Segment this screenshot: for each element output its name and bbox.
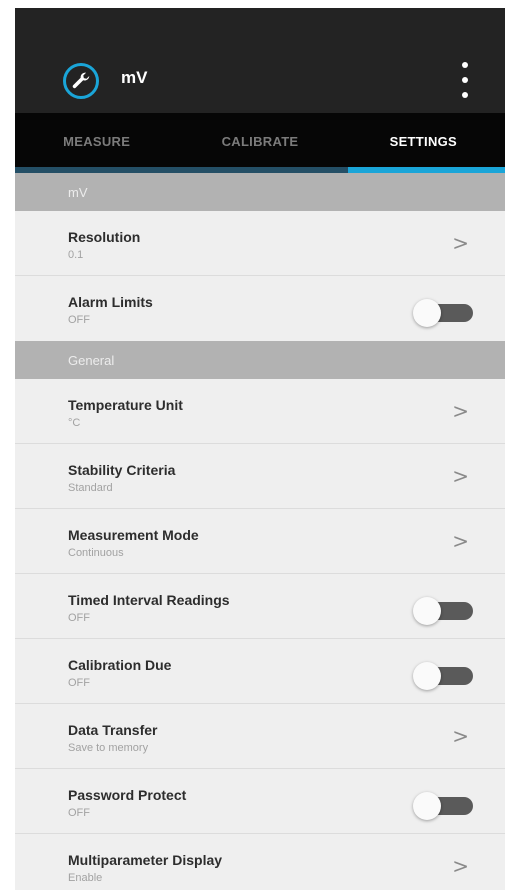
active-tab-indicator <box>348 167 505 173</box>
setting-stability-criteria[interactable]: Stability Criteria Standard > <box>15 444 505 509</box>
setting-title: Temperature Unit <box>68 397 183 413</box>
password-protect-toggle[interactable] <box>413 792 475 820</box>
chevron-right-icon: > <box>452 529 469 553</box>
setting-value: Enable <box>68 872 103 884</box>
tab-bar: MEASURE CALIBRATE SETTINGS <box>15 113 505 167</box>
setting-title: Calibration Due <box>68 657 172 673</box>
app-screen: mV MEASURE CALIBRATE SETTINGS mV Resolut… <box>15 8 505 890</box>
setting-value: OFF <box>68 807 90 819</box>
alarm-limits-toggle[interactable] <box>413 299 475 327</box>
tab-track <box>15 167 505 173</box>
setting-multiparameter-display[interactable]: Multiparameter Display Enable > <box>15 834 505 890</box>
setting-timed-interval-readings: Timed Interval Readings OFF <box>15 574 505 639</box>
tab-measure[interactable]: MEASURE <box>15 113 178 167</box>
setting-value: OFF <box>68 612 90 624</box>
setting-value: Standard <box>68 482 113 494</box>
wrench-icon <box>63 63 99 99</box>
section-header-mv: mV <box>15 173 505 211</box>
setting-data-transfer[interactable]: Data Transfer Save to memory > <box>15 704 505 769</box>
setting-value: °C <box>68 417 81 429</box>
setting-value: 0.1 <box>68 249 84 261</box>
more-options-icon[interactable] <box>455 60 475 100</box>
chevron-right-icon: > <box>452 399 469 423</box>
setting-resolution[interactable]: Resolution 0.1 > <box>15 211 505 276</box>
setting-title: Multiparameter Display <box>68 852 223 868</box>
setting-title: Alarm Limits <box>68 294 153 310</box>
section-header-general: General <box>15 341 505 379</box>
setting-title: Password Protect <box>68 787 187 803</box>
setting-password-protect: Password Protect OFF <box>15 769 505 834</box>
setting-temperature-unit[interactable]: Temperature Unit °C > <box>15 379 505 444</box>
setting-title: Data Transfer <box>68 722 158 738</box>
chevron-right-icon: > <box>452 724 469 748</box>
setting-value: OFF <box>68 677 90 689</box>
chevron-right-icon: > <box>452 854 469 878</box>
app-title: mV <box>121 68 148 87</box>
tab-settings[interactable]: SETTINGS <box>342 113 505 167</box>
timed-interval-toggle[interactable] <box>413 597 475 625</box>
setting-title: Measurement Mode <box>68 527 199 543</box>
setting-value: OFF <box>68 314 90 326</box>
setting-measurement-mode[interactable]: Measurement Mode Continuous > <box>15 509 505 574</box>
setting-value: Continuous <box>68 547 124 559</box>
setting-alarm-limits: Alarm Limits OFF <box>15 276 505 341</box>
chevron-right-icon: > <box>452 231 469 255</box>
calibration-due-toggle[interactable] <box>413 662 475 690</box>
chevron-right-icon: > <box>452 464 469 488</box>
tab-calibrate[interactable]: CALIBRATE <box>178 113 341 167</box>
setting-title: Timed Interval Readings <box>68 592 230 608</box>
setting-title: Resolution <box>68 229 141 245</box>
setting-calibration-due: Calibration Due OFF <box>15 639 505 704</box>
app-bar: mV <box>15 8 505 113</box>
setting-value: Save to memory <box>68 742 149 754</box>
setting-title: Stability Criteria <box>68 462 176 478</box>
